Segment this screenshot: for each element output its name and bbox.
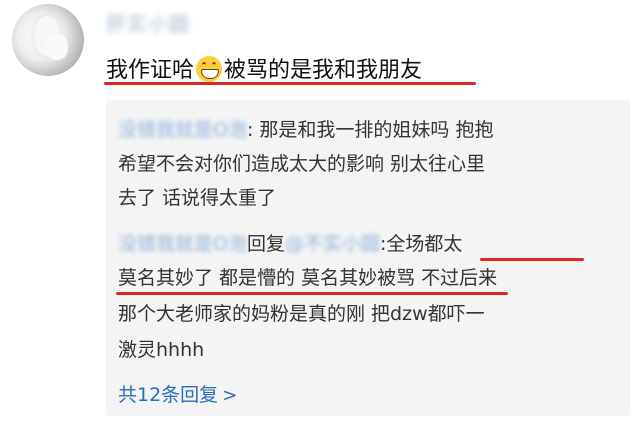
underline-2 xyxy=(116,292,508,295)
more-replies-label: 共12条回复 xyxy=(118,384,219,406)
username-text: 肝实小圆 xyxy=(106,12,190,36)
reply-2-text: 不过后来 xyxy=(415,267,498,289)
underline-1 xyxy=(480,258,584,261)
reply-1-text: 去了 话说得太重了 xyxy=(118,187,277,209)
reply-1-text: 希望不会对你们造成太大的影响 别太往心里 xyxy=(118,153,486,175)
reply-2-text: 那个大老师家的妈粉是真的刚 把dzw都吓一 xyxy=(118,303,485,325)
avatar[interactable] xyxy=(12,4,84,76)
comment-part2: 被骂的是我和我朋友 xyxy=(224,58,423,83)
reply-prefix: 回复 xyxy=(246,233,285,255)
grin-emoji-icon xyxy=(196,56,223,82)
reply-2-text: 全场都太 xyxy=(386,233,463,255)
reply-1-text: 那是和我一排的姐妹吗 抱抱 xyxy=(259,119,494,141)
reply-1-author[interactable]: 没错我就是O泡 xyxy=(118,119,247,141)
chevron-right-icon: > xyxy=(222,385,238,406)
reply-1-line-2: 希望不会对你们造成太大的影响 别太往心里 xyxy=(118,152,485,176)
reply-2-line-3: 那个大老师家的妈粉是真的刚 把dzw都吓一 xyxy=(118,302,485,326)
username[interactable]: 肝实小圆 xyxy=(106,8,190,37)
mention-link[interactable]: @不实小圆 xyxy=(285,233,380,255)
reply-1-line-3: 去了 话说得太重了 xyxy=(118,186,276,210)
reply-2-text: 莫名其妙了 都是懵的 莫名其妙被骂 xyxy=(118,267,416,289)
reply-2-text: 激灵hhhh xyxy=(118,339,205,361)
comment-text: 我作证哈 被骂的是我和我朋友 xyxy=(106,52,422,84)
reply-2-line-2: 莫名其妙了 都是懵的 莫名其妙被骂 不过后来 xyxy=(118,266,497,290)
avatar-image-part xyxy=(46,34,68,60)
reply-2-author[interactable]: 没错我就是O泡 xyxy=(118,233,247,255)
reply-1-line-1: 没错我就是O泡: 那是和我一排的姐妹吗 抱抱 xyxy=(118,119,494,141)
reply-2-line-1: 没错我就是O泡回复@不实小圆:全场都太 xyxy=(118,232,462,256)
more-replies-link[interactable]: 共12条回复 > xyxy=(118,380,237,407)
comment-underline xyxy=(104,82,476,85)
reply-2-line-4: 激灵hhhh xyxy=(118,338,204,362)
comment-part1: 我作证哈 xyxy=(106,58,195,83)
